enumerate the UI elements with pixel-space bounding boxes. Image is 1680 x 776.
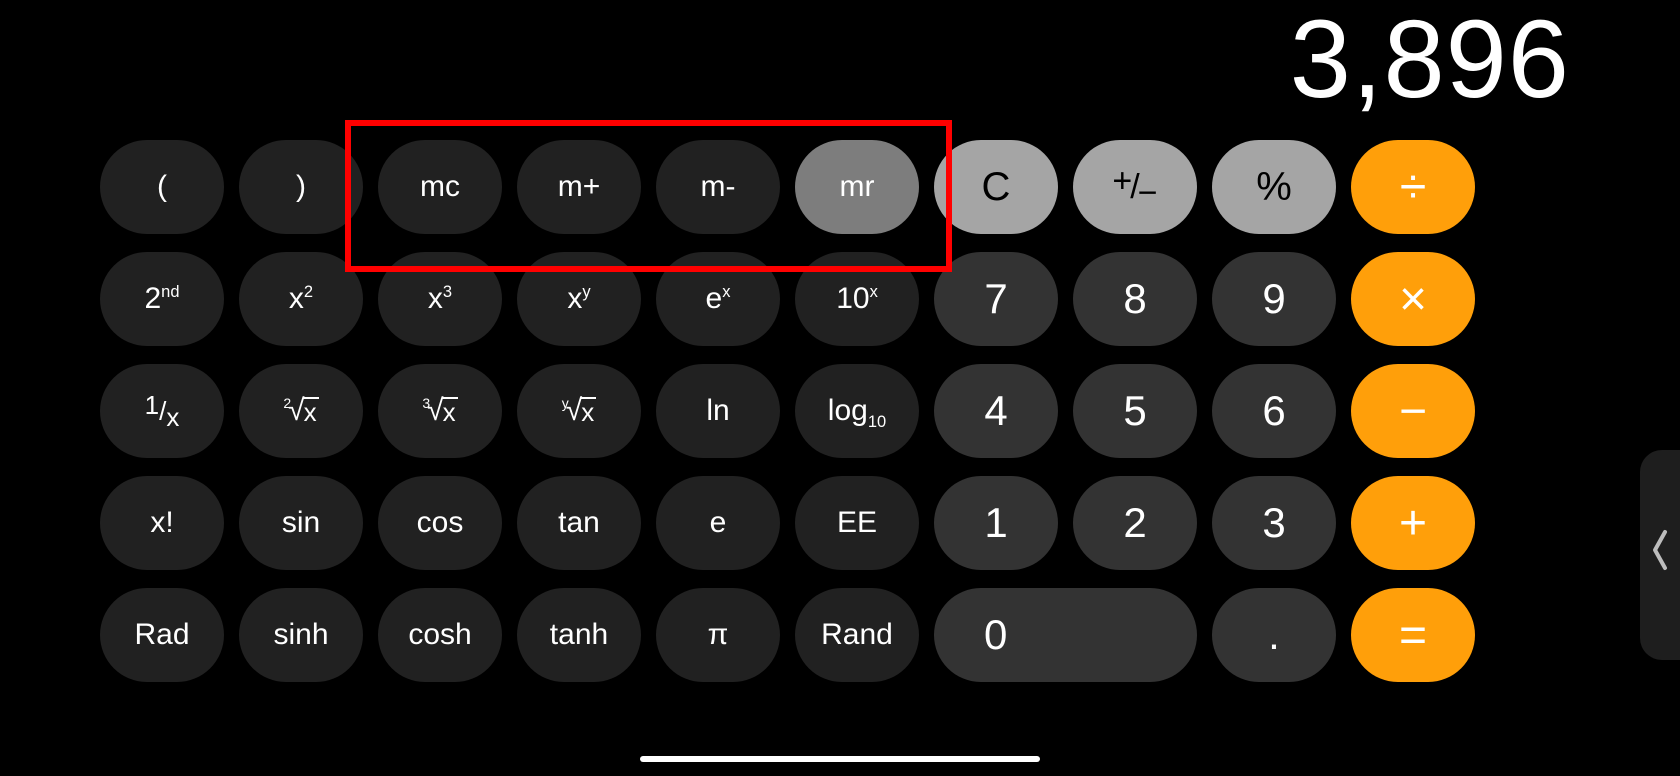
digit-5-button[interactable]: 5 [1073, 364, 1197, 458]
x-squared-button[interactable]: x2 [239, 252, 363, 346]
digit-2-button[interactable]: 2 [1073, 476, 1197, 570]
digit-8-button[interactable]: 8 [1073, 252, 1197, 346]
x-to-y-label: xy [567, 282, 590, 316]
multiply-button[interactable]: × [1351, 252, 1475, 346]
reciprocal-label: 1/x [145, 396, 180, 427]
digit-7-button[interactable]: 7 [934, 252, 1058, 346]
memory-plus-button[interactable]: m+ [517, 140, 641, 234]
equals-button[interactable]: = [1351, 588, 1475, 682]
chevron-left-icon [1651, 528, 1669, 582]
calculator-app: 3,896 ( ) mc m+ m- mr C +/− % ÷ 2nd x2 [0, 0, 1680, 776]
log10-label: log10 [828, 394, 886, 428]
cbrt-button[interactable]: 3 √x [378, 364, 502, 458]
x-to-y-button[interactable]: xy [517, 252, 641, 346]
digit-9-button[interactable]: 9 [1212, 252, 1336, 346]
e-to-x-button[interactable]: ex [656, 252, 780, 346]
negate-button[interactable]: +/− [1073, 140, 1197, 234]
memory-recall-button[interactable]: mr [795, 140, 919, 234]
digit-6-button[interactable]: 6 [1212, 364, 1336, 458]
digit-3-button[interactable]: 3 [1212, 476, 1336, 570]
memory-clear-button[interactable]: mc [378, 140, 502, 234]
tanh-button[interactable]: tanh [517, 588, 641, 682]
x-cubed-label: x3 [428, 282, 452, 316]
decimal-button[interactable]: . [1212, 588, 1336, 682]
x-squared-label: x2 [289, 282, 313, 316]
right-paren-button[interactable]: ) [239, 140, 363, 234]
digit-0-button[interactable]: 0 [934, 588, 1197, 682]
rand-button[interactable]: Rand [795, 588, 919, 682]
pi-button[interactable]: π [656, 588, 780, 682]
button-grid: ( ) mc m+ m- mr C +/− % ÷ 2nd x2 x3 [100, 140, 1475, 682]
ten-to-x-label: 10x [836, 282, 878, 316]
digit-4-button[interactable]: 4 [934, 364, 1058, 458]
side-handle[interactable] [1640, 450, 1680, 660]
reciprocal-button[interactable]: 1/x [100, 364, 224, 458]
minus-button[interactable]: − [1351, 364, 1475, 458]
ten-to-x-button[interactable]: 10x [795, 252, 919, 346]
home-indicator [640, 756, 1040, 762]
negate-label: +/− [1112, 168, 1157, 207]
sqrt-label: 2 √x [283, 394, 318, 428]
cos-button[interactable]: cos [378, 476, 502, 570]
left-paren-button[interactable]: ( [100, 140, 224, 234]
plus-button[interactable]: + [1351, 476, 1475, 570]
e-button[interactable]: e [656, 476, 780, 570]
e-to-x-label: ex [706, 282, 731, 316]
sin-button[interactable]: sin [239, 476, 363, 570]
tan-button[interactable]: tan [517, 476, 641, 570]
rad-button[interactable]: Rad [100, 588, 224, 682]
ee-button[interactable]: EE [795, 476, 919, 570]
memory-minus-button[interactable]: m- [656, 140, 780, 234]
second-fn-label: 2nd [144, 282, 179, 316]
result-display: 3,896 [270, 0, 1570, 120]
cosh-button[interactable]: cosh [378, 588, 502, 682]
sinh-button[interactable]: sinh [239, 588, 363, 682]
x-cubed-button[interactable]: x3 [378, 252, 502, 346]
clear-button[interactable]: C [934, 140, 1058, 234]
sqrt-button[interactable]: 2 √x [239, 364, 363, 458]
yroot-label: y √x [562, 394, 596, 428]
digit-1-button[interactable]: 1 [934, 476, 1058, 570]
divide-button[interactable]: ÷ [1351, 140, 1475, 234]
ln-button[interactable]: ln [656, 364, 780, 458]
cbrt-label: 3 √x [422, 394, 457, 428]
percent-button[interactable]: % [1212, 140, 1336, 234]
second-fn-button[interactable]: 2nd [100, 252, 224, 346]
yroot-button[interactable]: y √x [517, 364, 641, 458]
log10-button[interactable]: log10 [795, 364, 919, 458]
factorial-button[interactable]: x! [100, 476, 224, 570]
